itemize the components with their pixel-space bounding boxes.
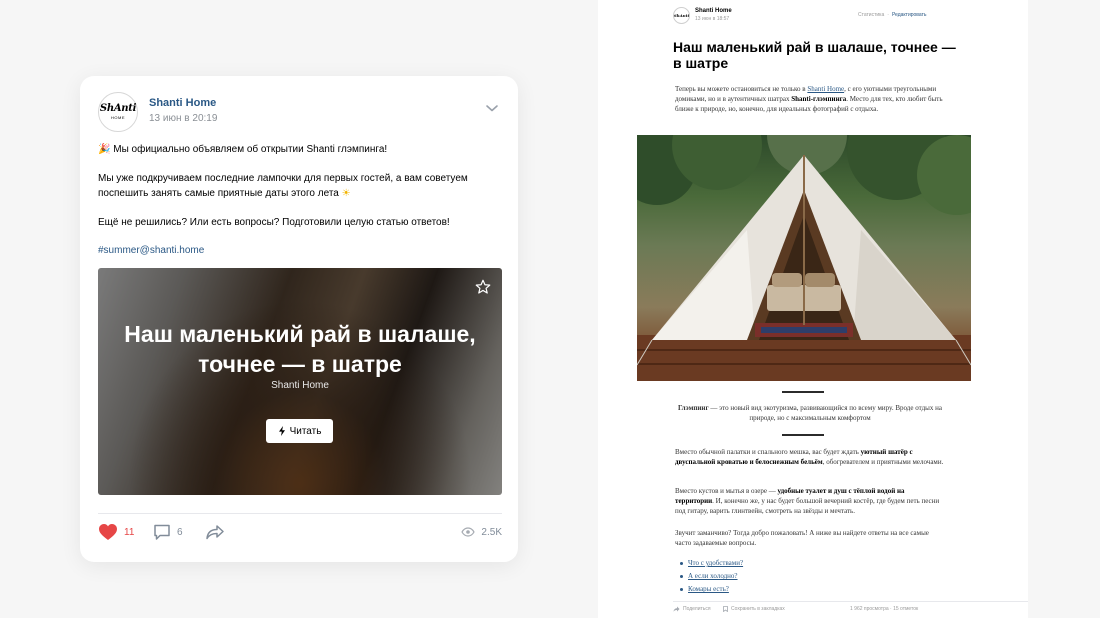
share-button[interactable] — [205, 522, 225, 542]
article-header-links: Статистика · Редактировать — [858, 12, 926, 18]
article-avatar-logo: ShAnti — [673, 13, 690, 18]
article-paragraph: Вместо кустов и мытья в озере — удобные … — [675, 486, 945, 516]
tent-illustration — [637, 135, 971, 381]
comment-count: 6 — [177, 526, 183, 538]
read-button[interactable]: Читать — [266, 419, 333, 443]
star-icon[interactable] — [474, 278, 492, 296]
footer-stats: 1 962 просмотра · 15 отметок — [850, 606, 918, 612]
paragraph-text: , обогревателем и приятными мелочами. — [822, 458, 944, 466]
article-paragraph: Вместо обычной палатки и спального мешка… — [675, 447, 945, 467]
quote-bold: Глэмпинг — [678, 404, 709, 412]
like-count: 11 — [124, 526, 135, 538]
footer-share-button[interactable]: Поделиться — [673, 606, 711, 612]
comment-button[interactable]: 6 — [153, 522, 183, 542]
post-paragraph: Ещё не решились? Или есть вопросы? Подго… — [98, 215, 500, 230]
snippet-source: Shanti Home — [271, 380, 329, 391]
heart-icon — [99, 524, 117, 540]
article-intro: Теперь вы можете остановиться не только … — [675, 84, 945, 114]
stats-link[interactable]: Статистика — [858, 12, 884, 18]
article-quote: Глэмпинг — это новый вид экотуризма, раз… — [675, 403, 945, 423]
like-button[interactable]: 11 — [98, 522, 134, 542]
intro-text: Теперь вы можете остановиться не только … — [675, 85, 808, 93]
post-paragraph-text: Мы уже подкручиваем последние лампочки д… — [98, 173, 468, 199]
read-button-label: Читать — [289, 425, 322, 437]
paragraph-text: Вместо обычной палатки и спального мешка… — [675, 448, 861, 456]
separator: · — [887, 12, 889, 18]
paragraph-text: . И, конечно же, у нас будет большой веч… — [675, 497, 940, 515]
article-paragraph: Звучит заманчиво? Тогда добро пожаловать… — [675, 529, 929, 547]
intro-bold: Shanti-глэмпинга — [791, 95, 847, 103]
faq-link[interactable]: Что с удобствами? — [679, 557, 743, 570]
article-snippet[interactable]: Наш маленький рай в шалаше, точнее — в ш… — [98, 268, 502, 495]
post-card: ShAnti HOME Shanti Home 13 июн в 20:19 🎉… — [80, 76, 518, 562]
article-date: 13 июн в 18:57 — [695, 16, 730, 22]
avatar-logo: ShAnti — [99, 103, 137, 114]
post-text: 🎉 Мы официально объявляем об открытии Sh… — [98, 142, 500, 244]
share-label: Поделиться — [683, 606, 711, 612]
quote-text: — это новый вид экотуризма, развивающийс… — [708, 404, 942, 422]
shanti-home-link[interactable]: Shanti Home — [807, 85, 844, 93]
chevron-down-icon[interactable] — [484, 100, 500, 116]
paragraph-text: Вместо кустов и мытья в озере — — [675, 487, 778, 495]
views-count: 2.5K — [481, 526, 502, 538]
bookmark-icon — [723, 606, 728, 612]
lightning-icon — [278, 426, 285, 436]
faq-list: Что с удобствами? А если холодно? Комары… — [679, 557, 743, 596]
quote-divider-top — [782, 391, 824, 393]
stats-text: 1 962 просмотра · 15 отметок — [850, 606, 919, 612]
post-paragraph: Мы уже подкручиваем последние лампочки д… — [98, 171, 500, 201]
eye-icon — [461, 527, 476, 537]
post-header: ShAnti HOME Shanti Home 13 июн в 20:19 — [98, 92, 500, 134]
article-title: Наш маленький рай в шалаше, точнее — в ш… — [673, 39, 956, 71]
hashtag-link[interactable]: #summer@shanti.home — [98, 245, 204, 256]
faq-link[interactable]: Комары есть? — [679, 583, 743, 596]
footer-save-button[interactable]: Сохранить в закладках — [723, 606, 785, 612]
divider — [98, 513, 502, 514]
avatar[interactable]: ShAnti HOME — [98, 92, 138, 132]
avatar-logo-sub: HOME — [111, 115, 125, 120]
footer-divider — [673, 601, 1028, 602]
author-name[interactable]: Shanti Home — [149, 97, 216, 109]
post-actions: 11 6 2.5K — [98, 522, 502, 544]
post-paragraph-text: Мы официально объявляем об открытии Shan… — [113, 144, 388, 155]
post-paragraph: 🎉 Мы официально объявляем об открытии Sh… — [98, 142, 500, 157]
quote-divider-bottom — [782, 434, 824, 436]
tent-photo — [637, 135, 971, 381]
article-page: ShAnti Shanti Home 13 июн в 18:57 Статис… — [598, 0, 1028, 618]
share-icon — [673, 606, 680, 612]
comment-icon — [154, 524, 170, 540]
snippet-title: Наш маленький рай в шалаше, точнее — в ш… — [124, 321, 476, 377]
faq-link[interactable]: А если холодно? — [679, 570, 743, 583]
post-date[interactable]: 13 июн в 20:19 — [149, 113, 217, 124]
party-emoji-icon: 🎉 — [98, 144, 111, 155]
post-paragraph-text: Ещё не решились? Или есть вопросы? Подго… — [98, 217, 450, 228]
article-author[interactable]: Shanti Home — [695, 8, 732, 14]
article-avatar[interactable]: ShAnti — [673, 7, 690, 24]
sun-emoji-icon: ☀ — [341, 188, 351, 199]
share-icon — [206, 525, 224, 540]
save-label: Сохранить в закладках — [731, 606, 785, 612]
edit-link[interactable]: Редактировать — [892, 12, 927, 18]
views-counter: 2.5K — [461, 522, 502, 542]
